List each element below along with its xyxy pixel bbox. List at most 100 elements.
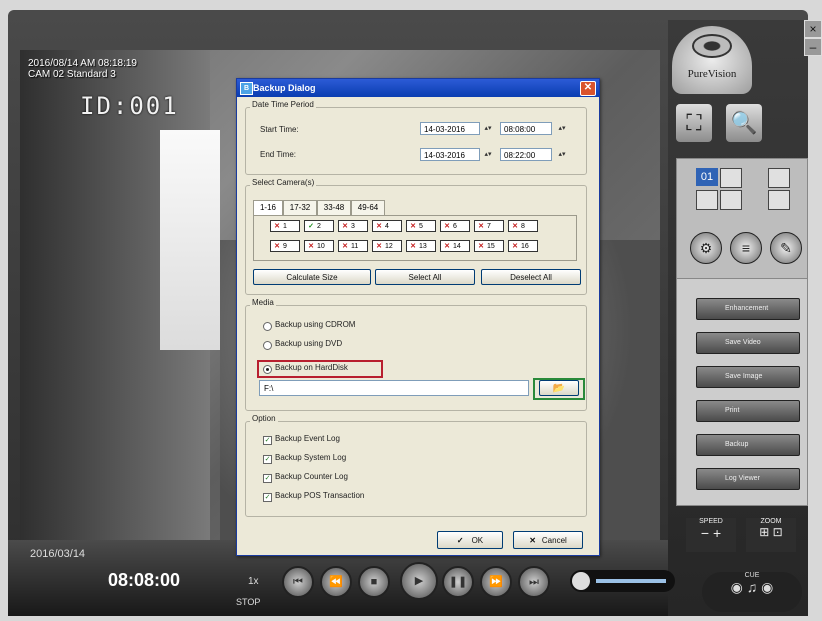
save-image-button[interactable]: Save Image <box>696 366 800 388</box>
end-time-label: End Time: <box>260 150 297 159</box>
layout-16-button[interactable] <box>720 190 742 210</box>
camera-16-toggle[interactable]: ✕ 16 <box>508 240 538 252</box>
close-app-button[interactable]: × <box>804 20 822 38</box>
counter-log-checkbox[interactable]: ✓ <box>263 474 272 483</box>
volume-slider[interactable] <box>570 570 675 592</box>
dialog-close-button[interactable]: ✕ <box>580 81 596 96</box>
binoculars-icon[interactable]: ⛶ <box>676 104 712 142</box>
counter-log-label: Backup Counter Log <box>275 472 348 481</box>
ok-label: OK <box>471 536 484 545</box>
media-dvd-label: Backup using DVD <box>275 339 343 348</box>
tab-33-48[interactable]: 33-48 <box>317 200 351 215</box>
print-button[interactable]: Print <box>696 400 800 422</box>
end-date-spinner-icon[interactable]: ▴▾ <box>482 148 494 161</box>
tab-49-64[interactable]: 49-64 <box>351 200 385 215</box>
event-log-label: Backup Event Log <box>275 434 340 443</box>
camera-id-overlay: ID:001 <box>80 92 179 120</box>
camera-8-toggle[interactable]: ✕ 8 <box>508 220 538 232</box>
tools-button[interactable]: ✎ <box>770 232 802 264</box>
tab-17-32[interactable]: 17-32 <box>283 200 317 215</box>
zoom-icon[interactable]: ⊞ ⊡ <box>746 525 796 539</box>
pos-transaction-checkbox[interactable]: ✓ <box>263 493 272 502</box>
start-date-field[interactable]: 14-03-2016 <box>420 122 480 135</box>
playback-date: 2016/03/14 <box>30 548 86 560</box>
speed-stepper-icon[interactable]: − + <box>686 525 736 541</box>
sequence-button[interactable] <box>768 190 790 210</box>
media-cdrom-radio[interactable] <box>263 322 272 331</box>
event-log-checkbox[interactable]: ✓ <box>263 436 272 445</box>
start-time-label: Start Time: <box>260 125 299 134</box>
system-log-checkbox[interactable]: ✓ <box>263 455 272 464</box>
camera-settings-button[interactable]: ⚙ <box>690 232 722 264</box>
tab-1-16[interactable]: 1-16 <box>253 200 283 215</box>
camera-2-toggle[interactable]: ✓ 2 <box>304 220 334 232</box>
deselect-all-button[interactable]: Deselect All <box>481 269 581 285</box>
headphones-icon[interactable]: ◉ ♫ ◉ <box>702 579 802 596</box>
camera-13-toggle[interactable]: ✕ 13 <box>406 240 436 252</box>
skip-start-button[interactable]: ⏮ <box>282 566 314 598</box>
stop-button[interactable]: ■ <box>358 566 390 598</box>
search-document-icon[interactable]: 🔍 <box>726 104 762 142</box>
camera-9-toggle[interactable]: ✕ 9 <box>270 240 300 252</box>
dialog-titlebar[interactable]: B Backup Dialog ✕ <box>237 79 599 97</box>
camera-3-toggle[interactable]: ✕ 3 <box>338 220 368 232</box>
media-harddisk-label: Backup on HardDisk <box>275 363 348 372</box>
camera-10-toggle[interactable]: ✕ 10 <box>304 240 334 252</box>
enhancement-label: Enhancement <box>725 305 769 312</box>
camera-11-toggle[interactable]: ✕ 11 <box>338 240 368 252</box>
play-button[interactable]: ▶ <box>400 562 438 600</box>
end-time-field[interactable]: 08:22:00 <box>500 148 552 161</box>
volume-track[interactable] <box>596 579 666 583</box>
end-time-spinner-icon[interactable]: ▴▾ <box>556 148 568 161</box>
pause-button[interactable]: ❚❚ <box>442 566 474 598</box>
dialog-app-icon: B <box>240 82 253 95</box>
enhancement-button[interactable]: Enhancement <box>696 298 800 320</box>
backup-label: Backup <box>725 441 749 448</box>
end-date-field[interactable]: 14-03-2016 <box>420 148 480 161</box>
camera-4-toggle[interactable]: ✕ 4 <box>372 220 402 232</box>
media-dvd-radio[interactable] <box>263 341 272 350</box>
playback-state: STOP <box>236 597 261 607</box>
camera-6-toggle[interactable]: ✕ 6 <box>440 220 470 232</box>
calculate-size-button[interactable]: Calculate Size <box>253 269 371 285</box>
speaker-icon[interactable] <box>572 572 590 590</box>
layout-quad-button[interactable] <box>720 168 742 188</box>
camera-12-toggle[interactable]: ✕ 12 <box>372 240 402 252</box>
save-video-label: Save Video <box>725 339 761 346</box>
backup-dialog: B Backup Dialog ✕ Date Time Period Start… <box>236 78 600 556</box>
backup-path-field[interactable]: F:\ <box>259 380 529 396</box>
speed-control[interactable]: SPEED − + <box>686 518 736 552</box>
cue-label: CUE <box>744 572 760 579</box>
save-video-button[interactable]: Save Video <box>696 332 800 354</box>
desktop: 2016/08/14 AM 08:18:19 CAM 02 Standard 3… <box>0 0 822 621</box>
media-cdrom-label: Backup using CDROM <box>275 320 356 329</box>
cue-control[interactable]: CUE ◉ ♫ ◉ <box>702 572 802 612</box>
select-all-button[interactable]: Select All <box>375 269 475 285</box>
browse-folder-button[interactable]: 📂 <box>539 380 579 396</box>
minimize-app-button[interactable]: – <box>804 38 822 56</box>
start-date-spinner-icon[interactable]: ▴▾ <box>482 122 494 135</box>
camera-1-toggle[interactable]: ✕ 1 <box>270 220 300 232</box>
layout-9-button[interactable] <box>696 190 718 210</box>
camera-15-toggle[interactable]: ✕ 15 <box>474 240 504 252</box>
rewind-button[interactable]: ⏪ <box>320 566 352 598</box>
media-harddisk-radio[interactable] <box>263 365 272 374</box>
cancel-button[interactable]: ✕ Cancel <box>513 531 583 549</box>
ok-button[interactable]: ✓ OK <box>437 531 503 549</box>
layout-single-button[interactable]: 01 <box>696 168 718 186</box>
skip-end-button[interactable]: ⏭ <box>518 566 550 598</box>
start-time-field[interactable]: 08:08:00 <box>500 122 552 135</box>
option-group-label: Option <box>250 414 278 423</box>
start-time-spinner-icon[interactable]: ▴▾ <box>556 122 568 135</box>
camera-7-toggle[interactable]: ✕ 7 <box>474 220 504 232</box>
server-button[interactable]: ≡ <box>730 232 762 264</box>
brand-name: PureVision <box>687 68 737 80</box>
fast-forward-button[interactable]: ⏩ <box>480 566 512 598</box>
fullscreen-button[interactable] <box>768 168 790 188</box>
camera-14-toggle[interactable]: ✕ 14 <box>440 240 470 252</box>
log-viewer-button[interactable]: Log Viewer <box>696 468 800 490</box>
osd-timestamp: 2016/08/14 AM 08:18:19 <box>28 58 137 69</box>
backup-button[interactable]: Backup <box>696 434 800 456</box>
camera-5-toggle[interactable]: ✕ 5 <box>406 220 436 232</box>
zoom-control[interactable]: ZOOM ⊞ ⊡ <box>746 518 796 552</box>
